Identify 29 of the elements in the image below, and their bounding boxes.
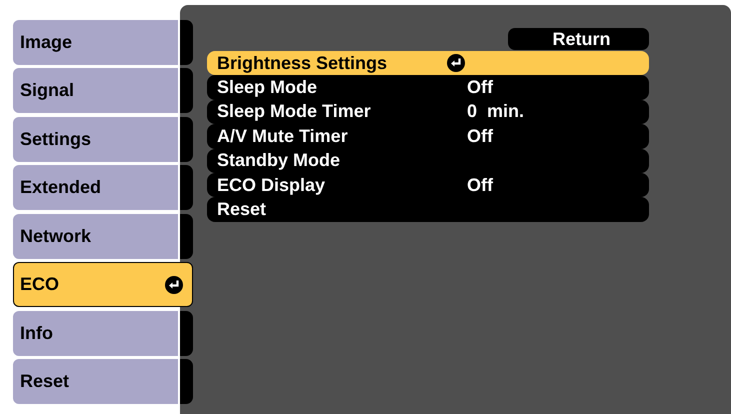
- tab-end: [180, 310, 193, 356]
- menu-tab[interactable]: Signal: [13, 68, 178, 113]
- menu-tab[interactable]: Reset: [13, 359, 178, 404]
- tab-end: [180, 359, 193, 404]
- menu-item[interactable]: Brightness Settings: [207, 51, 649, 76]
- menu-item[interactable]: Standby Mode: [207, 148, 649, 173]
- setting-value: 0 min.: [467, 101, 526, 122]
- tab-end: [180, 20, 193, 64]
- menu-item[interactable]: Reset: [207, 197, 649, 222]
- enter-icon: [165, 276, 183, 294]
- menu-tab[interactable]: Info: [13, 310, 178, 356]
- tab-end: [180, 214, 193, 258]
- menu-item[interactable]: ECO Display Off: [207, 172, 649, 198]
- enter-icon: [447, 54, 465, 72]
- menu-tab[interactable]: ECO: [13, 262, 193, 307]
- tab-end: [180, 116, 193, 162]
- menu-tab[interactable]: Settings: [13, 116, 178, 162]
- setting-value: Off: [467, 174, 494, 196]
- menu-item[interactable]: Sleep Mode Off: [207, 75, 649, 100]
- menu-item[interactable]: A/V Mute Timer Off: [207, 124, 649, 149]
- tab-end: [180, 68, 193, 113]
- setting-value: Off: [467, 126, 494, 147]
- menu-tab[interactable]: Network: [13, 214, 178, 258]
- return-button[interactable]: Return: [508, 28, 649, 50]
- tab-end: [180, 165, 193, 210]
- menu-tab[interactable]: Extended: [13, 165, 178, 210]
- menu-item[interactable]: Sleep Mode Timer 0 min.: [207, 100, 649, 124]
- setting-value: Off: [467, 77, 494, 98]
- menu-tab[interactable]: Image: [13, 20, 178, 64]
